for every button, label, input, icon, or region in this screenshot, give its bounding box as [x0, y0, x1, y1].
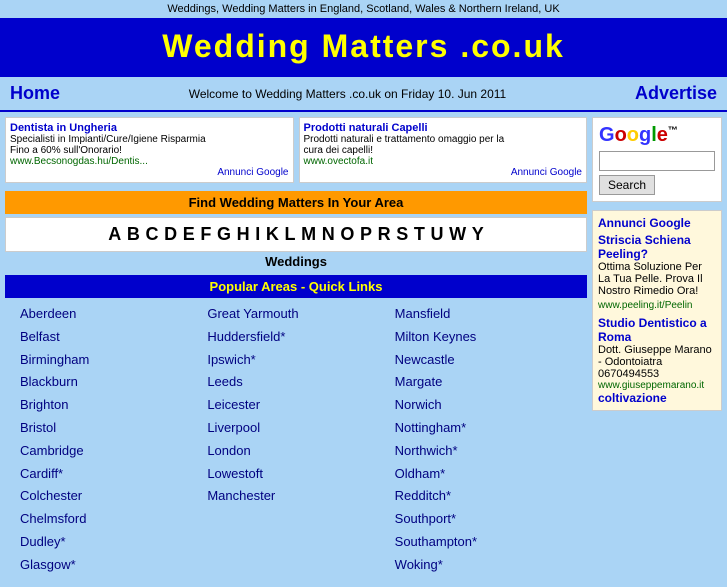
- home-link[interactable]: Home: [10, 83, 60, 104]
- area-link[interactable]: Cambridge: [20, 441, 197, 462]
- google-logo: Google™: [599, 124, 715, 147]
- alphabet-link-C[interactable]: C: [145, 224, 158, 244]
- sidebar-ad2-url: www.giuseppemarano.it: [598, 380, 716, 391]
- sidebar-ad1-desc: Ottima Soluzione Per La Tua Pelle. Prova…: [598, 261, 716, 297]
- area-link[interactable]: Woking*: [395, 555, 572, 576]
- alphabet-link-E[interactable]: E: [183, 224, 195, 244]
- alphabet-link-A[interactable]: A: [108, 224, 121, 244]
- alphabet-link-N[interactable]: N: [322, 224, 335, 244]
- alphabet-link-K[interactable]: K: [266, 224, 279, 244]
- area-link[interactable]: Oldham*: [395, 464, 572, 485]
- header-banner: Wedding Matters .co.uk: [0, 18, 727, 75]
- area-link[interactable]: Nottingham*: [395, 418, 572, 439]
- sidebar-ad2-desc: Dott. Giuseppe Marano - Odontoiatra 0670…: [598, 344, 716, 380]
- area-link[interactable]: Leeds: [207, 372, 384, 393]
- alphabet-link-Y[interactable]: Y: [472, 224, 484, 244]
- area-link[interactable]: Norwich: [395, 395, 572, 416]
- area-link[interactable]: Great Yarmouth: [207, 304, 384, 325]
- ad-box-right: Prodotti naturali Capelli Prodotti natur…: [299, 117, 588, 183]
- alphabet-link-M[interactable]: M: [301, 224, 316, 244]
- area-link[interactable]: Manchester: [207, 486, 384, 507]
- area-link[interactable]: Blackburn: [20, 372, 197, 393]
- ad-left-url[interactable]: www.Becsonogdas.hu/Dentis...: [10, 156, 289, 167]
- area-link[interactable]: Newcastle: [395, 350, 572, 371]
- site-title: Wedding Matters .co.uk: [10, 28, 717, 65]
- area-link[interactable]: Dudley*: [20, 532, 197, 553]
- area-link[interactable]: Liverpool: [207, 418, 384, 439]
- ad-right-badge: Annunci Google: [304, 167, 583, 178]
- alphabet-link-T[interactable]: T: [414, 224, 425, 244]
- ad-left-desc1: Specialisti in Impianti/Cure/Igiene Risp…: [10, 134, 289, 145]
- top-bar-text: Weddings, Wedding Matters in England, Sc…: [167, 3, 559, 15]
- alphabet-link-W[interactable]: W: [449, 224, 466, 244]
- popular-areas-header: Popular Areas - Quick Links: [5, 275, 587, 298]
- top-bar: Weddings, Wedding Matters in England, Sc…: [0, 0, 727, 18]
- areas-table: Aberdeen Great Yarmouth Mansfield Belfast Hu…: [15, 303, 577, 577]
- google-search-button[interactable]: Search: [599, 175, 655, 195]
- area-link[interactable]: Northwich*: [395, 441, 572, 462]
- area-link[interactable]: Margate: [395, 372, 572, 393]
- area-link[interactable]: Belfast: [20, 327, 197, 348]
- area-link[interactable]: Aberdeen: [20, 304, 197, 325]
- alphabet-row: A B C D E F G H I K L M N O P R S T U W …: [5, 217, 587, 252]
- alphabet-link-U[interactable]: U: [431, 224, 444, 244]
- ad-right-title[interactable]: Prodotti naturali Capelli: [304, 122, 583, 134]
- area-link[interactable]: Brighton: [20, 395, 197, 416]
- right-sidebar: Google™ Search Annunci Google Striscia S…: [592, 117, 722, 582]
- sidebar-ads: Annunci Google Striscia Schiena Peeling?…: [592, 210, 722, 411]
- ad-left-title[interactable]: Dentista in Ungheria: [10, 122, 289, 134]
- sidebar-ad3-link[interactable]: coltivazione: [598, 391, 716, 405]
- alphabet-link-G[interactable]: G: [217, 224, 231, 244]
- area-link[interactable]: Leicester: [207, 395, 384, 416]
- ads-row: Dentista in Ungheria Specialisti in Impi…: [5, 117, 587, 183]
- weddings-label: Weddings: [5, 252, 587, 271]
- alphabet-link-R[interactable]: R: [378, 224, 391, 244]
- google-box: Google™ Search: [592, 117, 722, 202]
- sidebar-ad1-link[interactable]: Striscia Schiena Peeling?: [598, 233, 716, 261]
- area-link[interactable]: Milton Keynes: [395, 327, 572, 348]
- advertise-link[interactable]: Advertise: [635, 83, 717, 104]
- area-link[interactable]: Lowestoft: [207, 464, 384, 485]
- area-link[interactable]: Colchester: [20, 486, 197, 507]
- find-banner: Find Wedding Matters In Your Area: [5, 191, 587, 214]
- area-link[interactable]: Southampton*: [395, 532, 572, 553]
- area-link[interactable]: Southport*: [395, 509, 572, 530]
- alphabet-link-L[interactable]: L: [284, 224, 295, 244]
- area-link[interactable]: Redditch*: [395, 486, 572, 507]
- alphabet-link-O[interactable]: O: [340, 224, 354, 244]
- area-link[interactable]: Cardiff*: [20, 464, 197, 485]
- area-link[interactable]: Mansfield: [395, 304, 572, 325]
- area-link[interactable]: London: [207, 441, 384, 462]
- nav-center-text: Welcome to Wedding Matters .co.uk on Fri…: [189, 87, 507, 101]
- alphabet-link-P[interactable]: P: [360, 224, 372, 244]
- area-link[interactable]: Glasgow*: [20, 555, 197, 576]
- ad-right-desc1: Prodotti naturali e trattamento omaggio …: [304, 134, 583, 145]
- ad-left-desc2: Fino a 60% sull'Onorario!: [10, 145, 289, 156]
- ad-left-badge: Annunci Google: [10, 167, 289, 178]
- links-table: Aberdeen Great Yarmouth Mansfield Belfast Hu…: [5, 298, 587, 582]
- ad-right-url[interactable]: www.ovectofa.it: [304, 156, 583, 167]
- google-search-input[interactable]: [599, 151, 715, 171]
- area-link[interactable]: Huddersfield*: [207, 327, 384, 348]
- area-link[interactable]: Bristol: [20, 418, 197, 439]
- nav-bar: Home Welcome to Wedding Matters .co.uk o…: [0, 75, 727, 112]
- area-link[interactable]: Chelmsford: [20, 509, 197, 530]
- sidebar-ads-title: Annunci Google: [598, 216, 716, 230]
- left-content: Dentista in Ungheria Specialisti in Impi…: [5, 117, 587, 582]
- alphabet-link-D[interactable]: D: [164, 224, 177, 244]
- alphabet-link-S[interactable]: S: [396, 224, 408, 244]
- area-link[interactable]: Ipswich*: [207, 350, 384, 371]
- alphabet-link-I[interactable]: I: [255, 224, 260, 244]
- ad-box-left: Dentista in Ungheria Specialisti in Impi…: [5, 117, 294, 183]
- sidebar-ad2-link[interactable]: Studio Dentistico a Roma: [598, 316, 716, 344]
- alphabet-link-B[interactable]: B: [127, 224, 140, 244]
- main-content: Dentista in Ungheria Specialisti in Impi…: [0, 112, 727, 587]
- alphabet-link-H[interactable]: H: [237, 224, 250, 244]
- sidebar-ad1-url: www.peeling.it/Peelin: [598, 300, 716, 311]
- ad-right-desc2: cura dei capelli!: [304, 145, 583, 156]
- area-link[interactable]: Birmingham: [20, 350, 197, 371]
- alphabet-link-F[interactable]: F: [200, 224, 211, 244]
